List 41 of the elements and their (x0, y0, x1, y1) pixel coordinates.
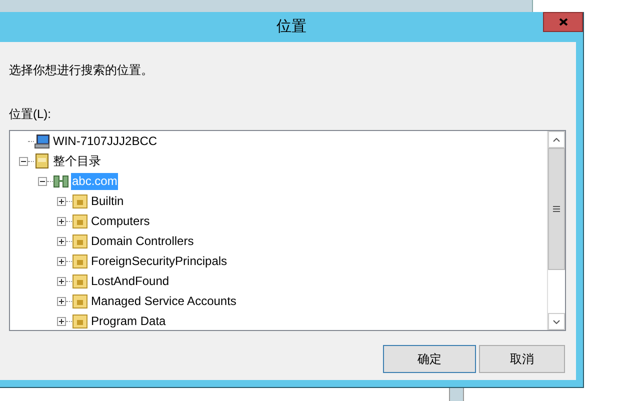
tree-item[interactable]: 整个目录 (52, 152, 102, 170)
expand-icon[interactable] (57, 296, 66, 306)
prompt-text: 选择你想进行搜索的位置。 (9, 63, 153, 77)
expand-icon[interactable] (57, 316, 66, 326)
network-icon (53, 173, 69, 189)
tree-item[interactable]: Computers (90, 212, 151, 230)
folder-icon (72, 293, 88, 309)
tree-item[interactable]: Program Data (90, 312, 167, 330)
scrollbar[interactable] (547, 131, 565, 330)
location-label: 位置(L): (9, 107, 51, 121)
close-button[interactable] (543, 12, 583, 32)
ok-button[interactable]: 确定 (383, 345, 476, 373)
cancel-button[interactable]: 取消 (479, 345, 565, 373)
grip-icon (553, 206, 560, 212)
folder-icon (72, 193, 88, 209)
folder-icon (72, 313, 88, 329)
expand-icon[interactable] (57, 196, 66, 206)
tree-item[interactable]: Builtin (90, 192, 125, 210)
folder-icon (72, 273, 88, 289)
collapse-icon[interactable] (38, 176, 47, 186)
folder-icon (72, 213, 88, 229)
computer-icon (34, 133, 50, 149)
scroll-up-button[interactable] (548, 131, 565, 148)
collapse-icon[interactable] (19, 156, 28, 166)
folder-icon (72, 253, 88, 269)
expand-icon[interactable] (57, 256, 66, 266)
scroll-thumb[interactable] (548, 148, 565, 270)
expand-icon[interactable] (57, 276, 66, 286)
expand-icon[interactable] (57, 236, 66, 246)
expand-icon[interactable] (57, 216, 66, 226)
close-icon (558, 18, 568, 26)
tree-item[interactable]: WIN-7107JJJ2BCC (52, 132, 158, 150)
tree-item[interactable]: Managed Service Accounts (90, 292, 238, 310)
book-icon (34, 153, 50, 169)
tree-view[interactable]: WIN-7107JJJ2BCC 整个目录 abc.com Builtin Computers Domain Controllers ForeignSecurityPrincipals LostAndFound Managed Service Accounts Program Data (9, 130, 566, 331)
tree-item[interactable]: LostAndFound (90, 272, 170, 290)
folder-icon (72, 233, 88, 249)
window-title: 位置 (276, 16, 306, 37)
tree-item[interactable]: ForeignSecurityPrincipals (90, 252, 228, 270)
scroll-down-button[interactable] (548, 313, 565, 330)
tree-item[interactable]: Domain Controllers (90, 232, 195, 250)
